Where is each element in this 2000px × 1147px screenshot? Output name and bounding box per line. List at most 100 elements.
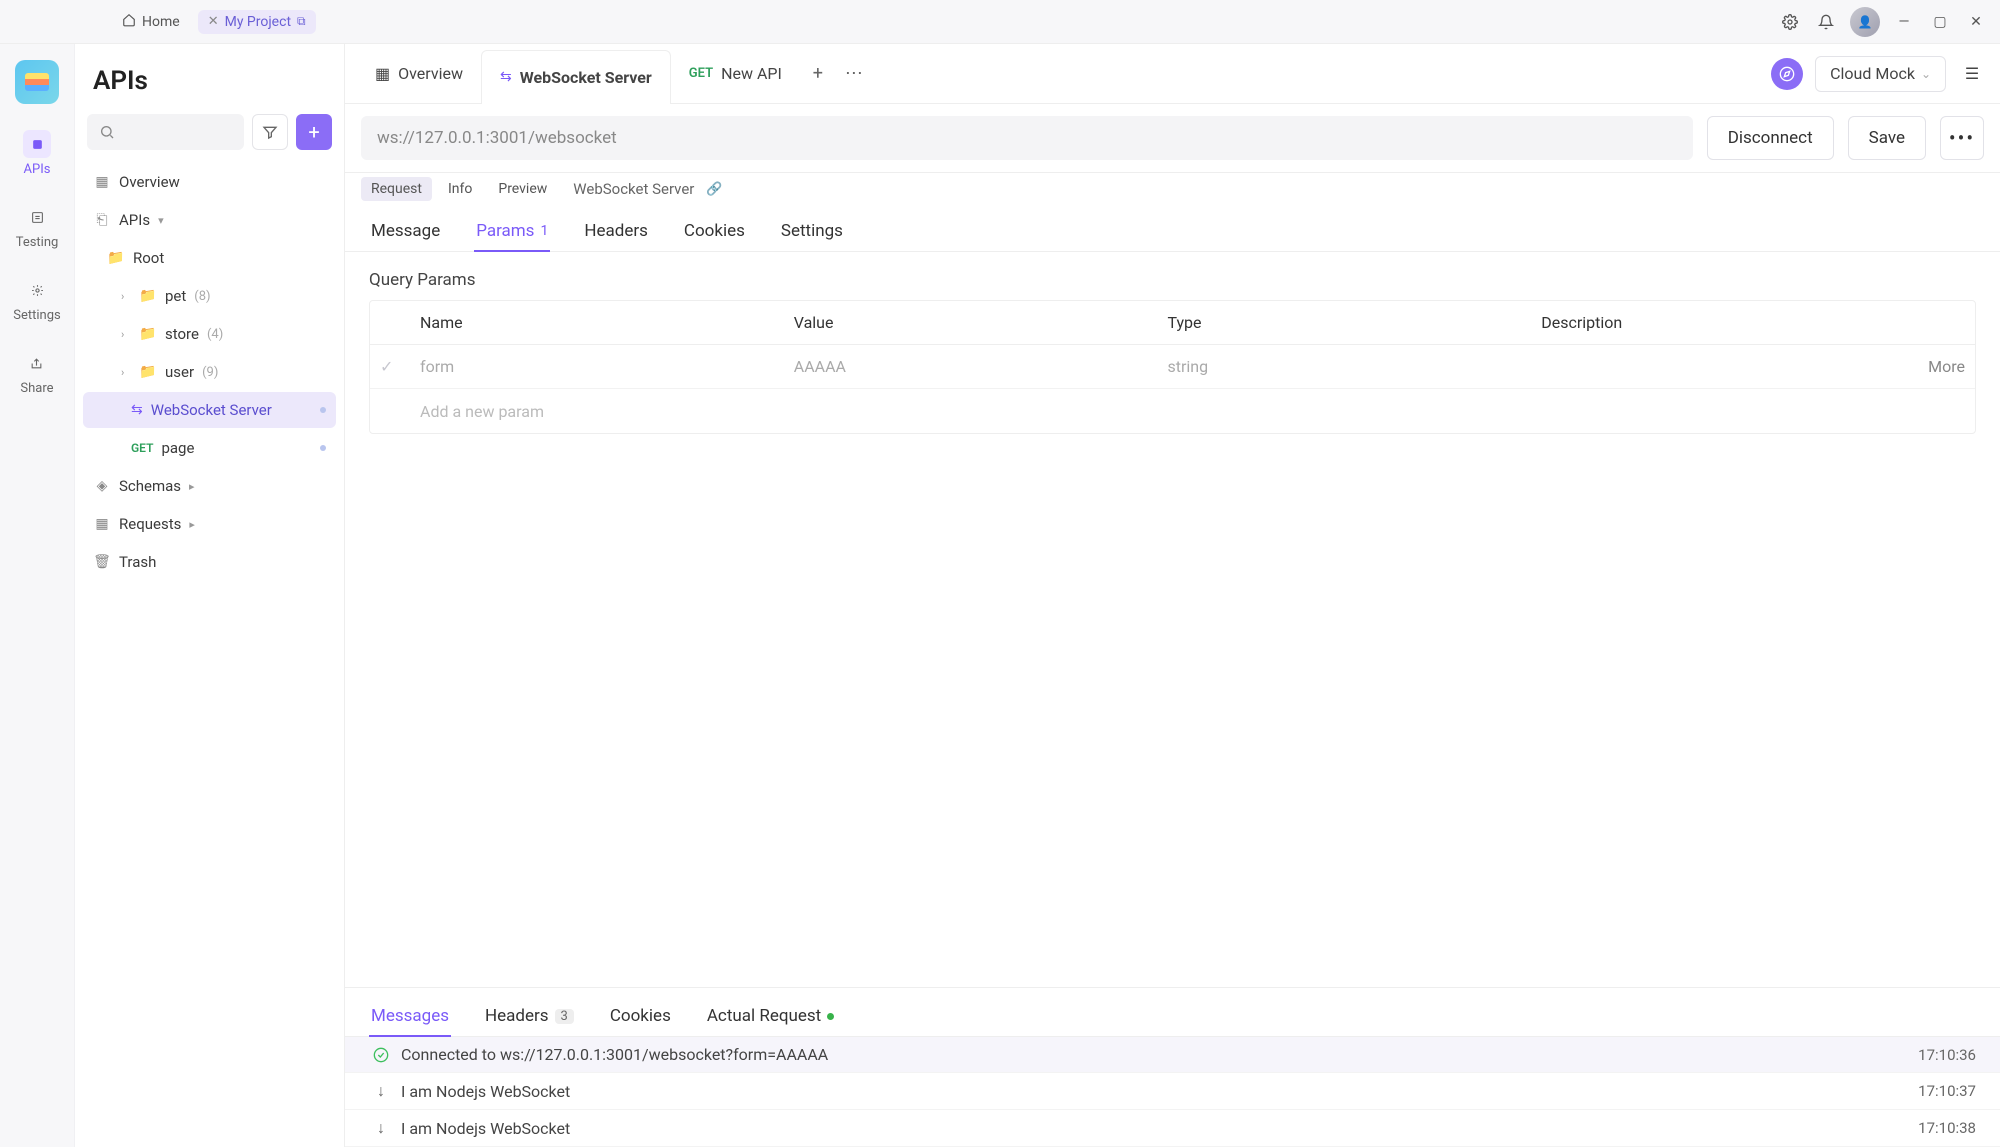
col-type: Type [1158, 313, 1532, 332]
folder-icon: 📁 [139, 288, 157, 304]
tree-user[interactable]: › 📁 user (9) [83, 354, 336, 390]
compass-button[interactable] [1771, 58, 1803, 90]
tab-ws-label: WebSocket Server [520, 68, 652, 87]
add-param-row[interactable]: Add a new param [370, 389, 1975, 433]
nav-testing-label: Testing [16, 235, 59, 250]
close-icon[interactable]: ✕ [208, 14, 219, 29]
stab-message[interactable]: Message [369, 211, 442, 251]
param-value[interactable]: AAAAA [784, 357, 1158, 376]
tree-ws-label: WebSocket Server [151, 401, 272, 419]
btab-headers[interactable]: Headers 3 [483, 996, 576, 1036]
stab-settings[interactable]: Settings [779, 211, 845, 251]
params-title: Query Params [369, 270, 1976, 290]
filter-button[interactable] [252, 114, 288, 150]
tree-websocket-server[interactable]: ⇆ WebSocket Server [83, 392, 336, 428]
window-close[interactable]: ✕ [1964, 10, 1988, 34]
tab-add-button[interactable]: + [800, 44, 836, 103]
more-button[interactable]: ••• [1940, 116, 1984, 160]
tree-trash[interactable]: 🗑 Trash [83, 544, 336, 580]
websocket-icon: ⇆ [131, 402, 143, 418]
nav-apis-label: APIs [24, 162, 51, 177]
avatar[interactable]: 👤 [1850, 7, 1880, 37]
disconnect-button[interactable]: Disconnect [1707, 116, 1834, 160]
check-icon[interactable]: ✓ [370, 357, 410, 376]
tree-pet-label: pet [165, 287, 186, 305]
tree-overview[interactable]: ▦ Overview [83, 164, 336, 200]
stab-params[interactable]: Params 1 [474, 211, 550, 251]
chevron-right-icon: › [121, 290, 131, 303]
btab-actual-request[interactable]: Actual Request [705, 996, 836, 1036]
layout-icon: ▦ [375, 64, 390, 83]
tree-apis[interactable]: ⎗ APIs ▾ [83, 202, 336, 238]
nav-apis[interactable]: APIs [23, 130, 51, 177]
tab-overview-label: Overview [398, 64, 463, 83]
ws-name-label: WebSocket Server [573, 180, 694, 198]
bottom-panel: Messages Headers 3 Cookies Actual Reques… [345, 987, 2000, 1147]
project-tab[interactable]: ✕ My Project ⧉ [198, 10, 316, 34]
stab-cookies[interactable]: Cookies [682, 211, 747, 251]
compass-icon [1779, 66, 1795, 82]
tree-schemas[interactable]: ◈ Schemas ▸ [83, 468, 336, 504]
param-type[interactable]: string [1158, 357, 1532, 376]
subtab-info[interactable]: Info [438, 177, 482, 201]
params-table: Name Value Type Description ✓ form AAAAA… [369, 300, 1976, 434]
chevron-right-icon: › [121, 328, 131, 341]
message-time: 17:10:37 [1918, 1082, 1976, 1100]
caret-icon: ▸ [189, 518, 199, 531]
nav-settings[interactable]: Settings [13, 276, 60, 323]
nav-settings-label: Settings [13, 308, 60, 323]
add-button[interactable]: + [296, 114, 332, 150]
subtab-request[interactable]: Request [361, 177, 432, 201]
message-row[interactable]: ↓ I am Nodejs WebSocket 17:10:38 [345, 1110, 2000, 1147]
btab-headers-count: 3 [555, 1009, 574, 1024]
caret-icon: ▸ [189, 480, 199, 493]
table-row[interactable]: ✓ form AAAAA string More [370, 345, 1975, 389]
subtab-preview[interactable]: Preview [488, 177, 557, 201]
message-time: 17:10:36 [1918, 1046, 1976, 1064]
app-logo[interactable] [15, 60, 59, 104]
cloud-mock-select[interactable]: Cloud Mock ⌄ [1815, 56, 1946, 92]
link-icon[interactable]: 🔗 [706, 182, 722, 197]
window-minimize[interactable]: — [1892, 10, 1916, 34]
home-tab[interactable]: Home [112, 9, 190, 35]
status-dot [827, 1013, 834, 1020]
modified-dot [320, 407, 326, 413]
stab-headers[interactable]: Headers [582, 211, 650, 251]
btab-actual-label: Actual Request [707, 1006, 821, 1026]
brackets-icon: ⎗ [93, 212, 111, 228]
nav-share[interactable]: Share [20, 349, 53, 396]
param-name[interactable]: form [410, 357, 784, 376]
tree-store[interactable]: › 📁 store (4) [83, 316, 336, 352]
tree-root[interactable]: 📁 Root [83, 240, 336, 276]
bell-icon[interactable] [1814, 10, 1838, 34]
tab-newapi-label: New API [721, 64, 782, 83]
btab-messages[interactable]: Messages [369, 996, 451, 1036]
search-input[interactable] [87, 114, 244, 150]
tab-new-api[interactable]: GET New API [671, 44, 800, 103]
cube-icon: ◈ [93, 478, 111, 494]
tab-more-button[interactable]: ⋯ [836, 44, 872, 103]
menu-button[interactable]: ☰ [1958, 60, 1986, 88]
window-maximize[interactable]: ▢ [1928, 10, 1952, 34]
main: ▦ Overview ⇆ WebSocket Server GET New AP… [345, 44, 2000, 1147]
message-row[interactable]: ↓ I am Nodejs WebSocket 17:10:37 [345, 1073, 2000, 1110]
tree-requests[interactable]: ▦ Requests ▸ [83, 506, 336, 542]
stab-params-count: 1 [540, 223, 548, 239]
layout-icon: ▦ [93, 516, 111, 532]
stab-params-label: Params [476, 221, 534, 241]
trash-icon: 🗑 [93, 554, 111, 570]
url-input[interactable]: ws://127.0.0.1:3001/websocket [361, 116, 1693, 160]
message-row[interactable]: Connected to ws://127.0.0.1:3001/websock… [345, 1037, 2000, 1073]
save-button[interactable]: Save [1848, 116, 1926, 160]
nav-testing[interactable]: Testing [16, 203, 59, 250]
tree-overview-label: Overview [119, 173, 180, 191]
tree-page[interactable]: GET page [83, 430, 336, 466]
btab-cookies[interactable]: Cookies [608, 996, 673, 1036]
row-more[interactable]: More [1905, 357, 1975, 376]
tree-pet[interactable]: › 📁 pet (8) [83, 278, 336, 314]
layout-icon: ▦ [93, 174, 111, 190]
project-label: My Project [225, 14, 291, 30]
gear-icon[interactable] [1778, 10, 1802, 34]
tab-websocket[interactable]: ⇆ WebSocket Server [481, 50, 671, 103]
tab-overview[interactable]: ▦ Overview [357, 44, 481, 103]
